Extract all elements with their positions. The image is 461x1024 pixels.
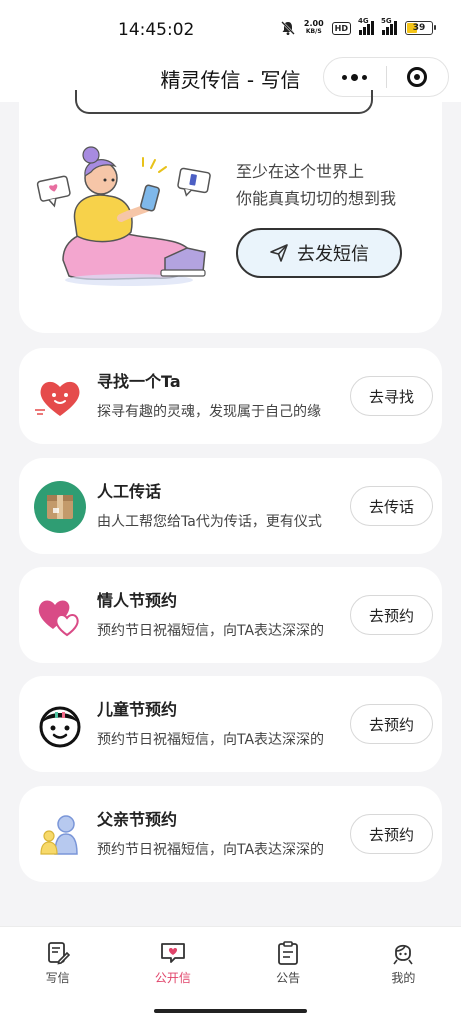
tab-bar: 写信 公开信 公告 我的 bbox=[0, 926, 461, 1004]
go-book-fathers-day-button[interactable]: 去预约 bbox=[350, 814, 433, 854]
hero-card: 至少在这个世界上 你能真真切切的想到我 去发短信 bbox=[19, 90, 442, 333]
feature-desc: 探寻有趣的灵魂，发现属于自己的缘 bbox=[97, 404, 321, 420]
heart-icon bbox=[35, 381, 80, 416]
feature-desc: 由人工帮您给Ta代为传话，更有仪式 bbox=[97, 514, 322, 530]
feature-title: 人工传话 bbox=[97, 482, 162, 501]
go-find-button[interactable]: 去寻找 bbox=[350, 376, 433, 416]
tab-profile[interactable]: 我的 bbox=[346, 927, 461, 1004]
child-face-icon bbox=[39, 706, 81, 748]
status-bar: 14:45:02 2.00 KB/S HD 4G 5G 39 bbox=[0, 0, 461, 56]
paper-plane-icon bbox=[270, 244, 288, 262]
go-book-valentine-button[interactable]: 去预约 bbox=[350, 595, 433, 635]
double-heart-icon bbox=[38, 600, 79, 637]
go-relay-button[interactable]: 去传话 bbox=[350, 486, 433, 526]
hero-top-button-edge[interactable] bbox=[75, 90, 373, 114]
home-indicator[interactable] bbox=[154, 1009, 307, 1013]
write-letter-icon bbox=[47, 942, 70, 965]
tab-write[interactable]: 写信 bbox=[0, 927, 115, 1004]
home-indicator-area bbox=[0, 1004, 461, 1024]
feature-title: 儿童节预约 bbox=[97, 700, 178, 719]
feature-desc: 预约节日祝福短信，向TA表达深深的 bbox=[97, 623, 325, 639]
signal-4g-icon: 4G bbox=[358, 17, 374, 35]
send-sms-button[interactable]: 去发短信 bbox=[236, 228, 402, 278]
feature-desc: 预约节日祝福短信，向TA表达深深的 bbox=[97, 732, 325, 748]
hd-badge: HD bbox=[331, 21, 351, 35]
hero-slogan: 至少在这个世界上 你能真真切切的想到我 bbox=[236, 162, 397, 208]
status-time: 14:45:02 bbox=[118, 20, 195, 40]
feature-card-childrens-day[interactable]: 儿童节预约 预约节日祝福短信，向TA表达深深的 去预约 bbox=[19, 676, 442, 772]
close-miniprogram-button[interactable] bbox=[386, 58, 448, 96]
feature-card-fathers-day[interactable]: 父亲节预约 预约节日祝福短信，向TA表达深深的 去预约 bbox=[19, 786, 442, 882]
signal-5g-icon: 5G bbox=[381, 17, 397, 35]
send-sms-label: 去发短信 bbox=[297, 244, 369, 265]
tab-public-letter[interactable]: 公开信 bbox=[115, 927, 230, 1004]
feature-card-relay[interactable]: 人工传话 由人工帮您给Ta代为传话，更有仪式 去传话 bbox=[19, 458, 442, 554]
tab-notice[interactable]: 公告 bbox=[231, 927, 346, 1004]
network-speed: 2.00 KB/S bbox=[303, 19, 324, 36]
mute-bell-icon bbox=[281, 21, 295, 35]
public-letter-icon bbox=[160, 943, 185, 963]
feature-desc: 预约节日祝福短信，向TA表达深深的 bbox=[97, 842, 325, 858]
girl-phone-illustration bbox=[36, 146, 211, 286]
go-book-childrens-day-button[interactable]: 去预约 bbox=[350, 704, 433, 744]
feature-title: 情人节预约 bbox=[97, 591, 178, 610]
father-child-icon bbox=[40, 815, 78, 855]
status-icons: 2.00 KB/S HD 4G 5G 39 bbox=[280, 17, 436, 36]
profile-icon bbox=[393, 944, 414, 965]
target-icon bbox=[407, 67, 428, 87]
parcel-icon bbox=[34, 481, 86, 533]
feature-title: 寻找一个Ta bbox=[97, 372, 181, 391]
notice-icon bbox=[278, 941, 299, 965]
feature-card-find[interactable]: 寻找一个Ta 探寻有趣的灵魂，发现属于自己的缘 去寻找 bbox=[19, 348, 442, 444]
feature-title: 父亲节预约 bbox=[97, 810, 178, 829]
feature-card-valentine[interactable]: 情人节预约 预约节日祝福短信，向TA表达深深的 去预约 bbox=[19, 567, 442, 663]
battery-icon: 39 bbox=[405, 21, 436, 35]
